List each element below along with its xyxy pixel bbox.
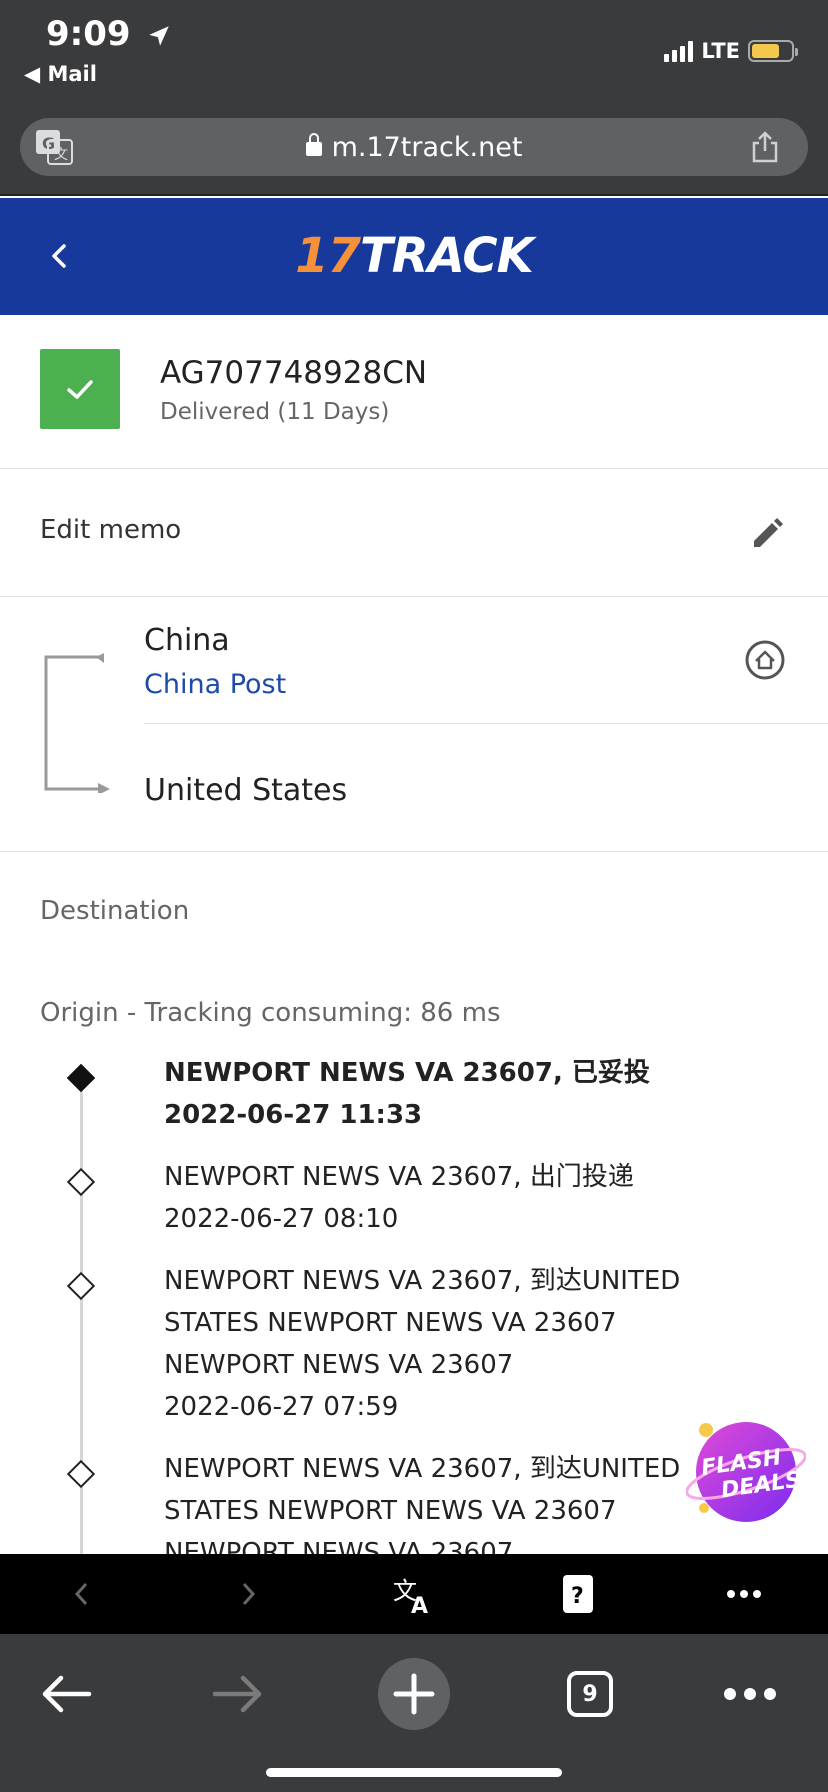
share-icon[interactable] <box>748 130 782 164</box>
route-divider <box>144 723 828 724</box>
status-time: 9:09 <box>46 14 172 54</box>
diamond-icon <box>66 1271 96 1301</box>
tab-switcher-button[interactable]: 9 <box>554 1658 626 1730</box>
network-label: LTE <box>701 39 740 63</box>
more-options-icon[interactable] <box>722 1572 766 1616</box>
browser-menu-icon[interactable] <box>714 1658 786 1730</box>
destination-country: United States <box>144 773 348 808</box>
signal-icon <box>664 40 694 62</box>
origin-section-label: Origin - Tracking consuming: 86 ms <box>40 998 501 1028</box>
carrier-link[interactable]: China Post <box>144 669 286 700</box>
origin-country: China <box>144 623 230 658</box>
page-back-icon[interactable] <box>60 1572 104 1616</box>
app-header: 17TRACK <box>0 198 828 315</box>
lock-icon <box>305 133 322 156</box>
home-indicator <box>266 1768 562 1777</box>
event-time: 2022-06-27 11:33 <box>164 1100 423 1130</box>
event-location: NEWPORT NEWS VA 23607, 到达UNITED STATES N… <box>164 1454 681 1554</box>
event-location: NEWPORT NEWS VA 23607, 出门投递 <box>164 1162 634 1192</box>
url-display[interactable]: m.17track.net <box>20 132 808 163</box>
help-card-icon[interactable]: ? <box>556 1572 600 1616</box>
diamond-icon <box>66 1459 96 1489</box>
clock-text: 9:09 <box>46 14 131 54</box>
logo-number: 17 <box>295 228 361 284</box>
browser-forward-icon[interactable] <box>202 1658 274 1730</box>
battery-icon <box>748 40 798 62</box>
17track-logo: 17TRACK <box>0 228 828 284</box>
page-forward-icon[interactable] <box>226 1572 270 1616</box>
event-text: NEWPORT NEWS VA 23607, 到达UNITED STATES N… <box>164 1260 724 1428</box>
event-location: NEWPORT NEWS VA 23607, 已妥投 <box>164 1058 650 1088</box>
svg-text:A: A <box>411 1594 428 1615</box>
event-text: NEWPORT NEWS VA 23607, 出门投递 2022-06-27 0… <box>164 1156 724 1240</box>
page-toolbar: 文 A ? <box>0 1554 828 1634</box>
delivered-status-badge <box>40 349 120 429</box>
translate-page-icon[interactable]: 文 A <box>392 1572 436 1616</box>
event-location: NEWPORT NEWS VA 23607, 到达UNITED STATES N… <box>164 1266 681 1380</box>
diamond-icon <box>66 1167 96 1197</box>
carrier-home-icon[interactable] <box>744 639 786 681</box>
event-time: 2022-06-27 08:10 <box>164 1204 399 1234</box>
route-card: China China Post United States <box>0 597 828 852</box>
logo-text: TRACK <box>360 228 534 284</box>
url-text: m.17track.net <box>331 132 523 163</box>
pencil-icon[interactable] <box>748 513 788 553</box>
flash-deals-button[interactable]: FLASH DEALS <box>685 1414 807 1526</box>
tracking-summary: AG707748928CN Delivered (11 Days) <box>0 315 828 469</box>
location-arrow-icon <box>149 25 170 46</box>
browser-address-area: G 文 m.17track.net <box>0 96 828 196</box>
svg-text:?: ? <box>571 1584 584 1609</box>
address-bar[interactable]: G 文 m.17track.net <box>20 118 808 176</box>
back-to-mail-link[interactable]: ◀ Mail <box>24 62 97 86</box>
route-connector-icon <box>42 653 114 795</box>
event-text: NEWPORT NEWS VA 23607, 到达UNITED STATES N… <box>164 1448 724 1554</box>
tracking-number: AG707748928CN <box>160 355 428 391</box>
event-text: NEWPORT NEWS VA 23607, 已妥投 2022-06-27 11… <box>164 1052 724 1136</box>
new-tab-button[interactable] <box>378 1658 450 1730</box>
filled-diamond-icon <box>66 1063 96 1093</box>
tab-count: 9 <box>567 1671 613 1717</box>
event-time: 2022-06-27 07:59 <box>164 1392 399 1422</box>
plus-icon <box>378 1658 450 1730</box>
edit-memo-row[interactable]: Edit memo <box>0 469 828 597</box>
status-indicators: LTE <box>664 36 798 66</box>
status-bar: 9:09 ◀ Mail LTE <box>0 0 828 96</box>
browser-back-icon[interactable] <box>30 1658 102 1730</box>
edit-memo-label: Edit memo <box>40 515 182 545</box>
destination-section-label: Destination <box>40 896 190 926</box>
check-icon <box>67 380 93 399</box>
delivery-status: Delivered (11 Days) <box>160 399 390 425</box>
